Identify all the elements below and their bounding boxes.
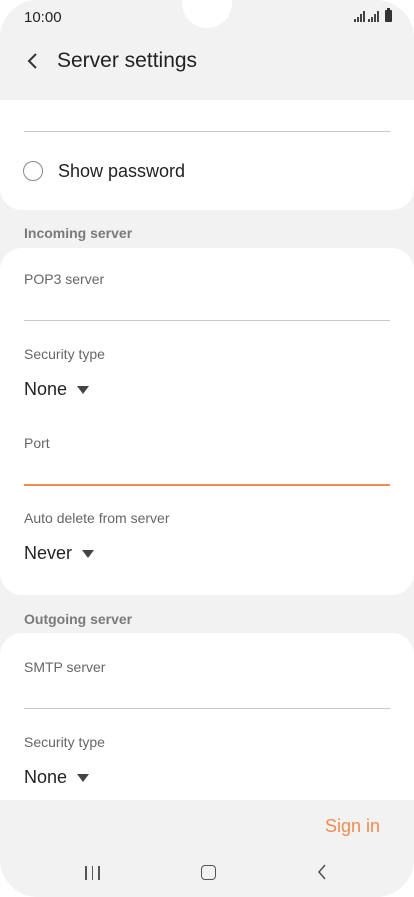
auto-delete-value: Never [24,543,73,563]
outgoing-security-type-value: None [24,767,68,787]
status-time: 10:00 [24,9,62,26]
app-header: Server settings [0,34,414,100]
password-card: Show password [0,100,414,210]
home-icon[interactable] [201,865,216,880]
signal-icon [354,11,365,22]
chevron-left-icon [27,53,37,69]
incoming-server-heading: Incoming server [24,225,133,241]
outgoing-security-type-label: Security type [24,734,105,750]
back-icon[interactable] [317,864,327,880]
port-input[interactable] [24,484,390,486]
dropdown-arrow-icon [77,774,90,782]
battery-icon [385,8,392,22]
show-password-checkbox[interactable] [23,161,43,181]
incoming-security-type-label: Security type [24,346,105,362]
dropdown-arrow-icon [77,386,90,394]
port-label: Port [24,435,50,451]
smtp-server-label: SMTP server [24,659,106,675]
incoming-security-type-dropdown[interactable]: None [24,379,90,400]
system-icons [354,8,392,22]
phone-screen: 10:00 Server settings Show password Inco… [0,0,414,897]
sign-in-button[interactable]: Sign in [325,816,380,837]
incoming-server-card: POP3 server Security type None Port Auto… [0,248,414,595]
smtp-server-input[interactable] [24,708,390,709]
navigation-bar [0,858,414,888]
page-title: Server settings [57,49,198,72]
recents-icon[interactable] [85,866,100,880]
pop3-server-label: POP3 server [24,271,105,287]
signal-icon [368,11,379,22]
outgoing-server-heading: Outgoing server [24,611,133,627]
dropdown-arrow-icon [82,550,95,558]
show-password-label[interactable]: Show password [58,161,185,182]
bottom-bar: Sign in [0,800,414,897]
incoming-security-type-value: None [24,379,68,399]
auto-delete-label: Auto delete from server [24,510,170,526]
back-button[interactable] [18,46,48,76]
camera-notch [182,0,232,28]
pop3-server-input[interactable] [24,320,390,321]
auto-delete-dropdown[interactable]: Never [24,543,95,564]
outgoing-server-card: SMTP server Security type None [0,633,414,800]
outgoing-security-type-dropdown[interactable]: None [24,767,90,788]
password-field-underline[interactable] [24,131,390,132]
status-bar: 10:00 [0,0,414,34]
